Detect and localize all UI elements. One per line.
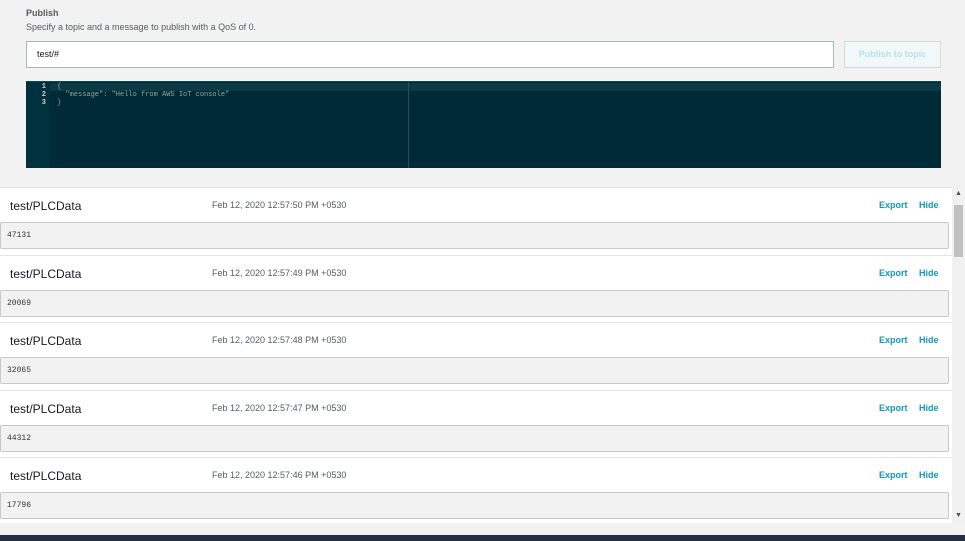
publish-to-topic-button[interactable]: Publish to topic (844, 41, 941, 68)
message-timestamp: Feb 12, 2020 12:57:50 PM +0530 (212, 200, 347, 210)
export-link[interactable]: Export (879, 200, 908, 210)
message-topic: test/PLCData (10, 199, 82, 213)
export-link[interactable]: Export (879, 335, 908, 345)
message-timestamp: Feb 12, 2020 12:57:49 PM +0530 (212, 267, 347, 278)
export-link[interactable]: Export (879, 470, 908, 480)
export-link[interactable]: Export (879, 268, 908, 278)
code-line: } (57, 99, 62, 107)
code-line: { (57, 83, 62, 91)
scroll-up-icon[interactable]: ▲ (952, 187, 965, 201)
message-topic: test/PLCData (10, 469, 82, 483)
message-item: test/PLCData Feb 12, 2020 12:57:49 PM +0… (0, 254, 952, 322)
line-number: 1 (41, 83, 46, 91)
message-payload: 47131 (0, 222, 949, 249)
scroll-down-icon[interactable]: ▼ (952, 509, 965, 523)
publish-title: Publish (26, 8, 59, 18)
hide-link[interactable]: Hide (919, 470, 939, 480)
message-payload: 17796 (0, 492, 949, 519)
message-timestamp: Feb 12, 2020 12:57:47 PM +0530 (212, 402, 347, 413)
message-item: test/PLCData Feb 12, 2020 12:57:47 PM +0… (0, 389, 952, 457)
footer-bar (0, 535, 965, 541)
message-editor[interactable]: 1 2 3 { "message": "Hello from AWS IoT c… (26, 81, 941, 168)
editor-gutter: 1 2 3 (26, 82, 50, 168)
print-margin (408, 82, 409, 168)
message-payload: 44312 (0, 424, 949, 452)
hide-link[interactable]: Hide (919, 200, 939, 210)
message-payload: 32065 (0, 357, 949, 384)
topic-input[interactable]: test/# (26, 41, 834, 68)
code-line: "message": "Hello from AWS IoT console" (57, 91, 230, 99)
message-list[interactable]: test/PLCData Feb 12, 2020 12:57:50 PM +0… (0, 187, 952, 523)
active-line-highlight (50, 83, 941, 91)
publish-description: Specify a topic and a message to publish… (26, 22, 257, 32)
scrollbar[interactable]: ▲ ▼ (952, 187, 965, 523)
export-link[interactable]: Export (879, 403, 908, 413)
message-item: test/PLCData Feb 12, 2020 12:57:50 PM +0… (0, 187, 952, 255)
hide-link[interactable]: Hide (919, 268, 939, 278)
line-number: 3 (41, 99, 46, 107)
message-topic: test/PLCData (10, 334, 82, 348)
message-timestamp: Feb 12, 2020 12:57:46 PM +0530 (212, 470, 347, 480)
hide-link[interactable]: Hide (919, 335, 939, 345)
message-item: test/PLCData Feb 12, 2020 12:57:48 PM +0… (0, 322, 952, 390)
message-payload: 20069 (0, 289, 949, 317)
hide-link[interactable]: Hide (919, 403, 939, 413)
message-item: test/PLCData Feb 12, 2020 12:57:46 PM +0… (0, 457, 952, 523)
message-timestamp: Feb 12, 2020 12:57:48 PM +0530 (212, 335, 347, 345)
scroll-thumb[interactable] (954, 205, 963, 257)
publish-section: Publish Specify a topic and a message to… (0, 0, 965, 187)
line-number: 2 (41, 91, 46, 99)
message-topic: test/PLCData (10, 401, 82, 416)
message-topic: test/PLCData (10, 266, 82, 281)
